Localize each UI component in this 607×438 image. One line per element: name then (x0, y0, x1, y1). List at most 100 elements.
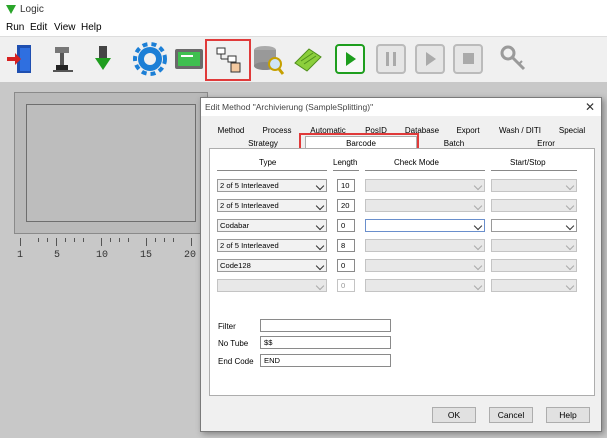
help-button[interactable]: Help (546, 407, 590, 423)
type-dropdown[interactable]: Code128 (217, 259, 327, 272)
check-mode-dropdown[interactable] (365, 279, 485, 292)
chevron-down-icon (565, 281, 575, 291)
download-button[interactable] (84, 41, 120, 77)
dialog-title-bar: Edit Method "Archivierung (SampleSplitti… (201, 98, 601, 116)
edit-method-dialog: Edit Method "Archivierung (SampleSplitti… (200, 97, 602, 432)
ruler-tick (56, 238, 57, 246)
pause-button[interactable] (373, 41, 409, 77)
start-stop-dropdown[interactable] (491, 179, 577, 192)
menu-edit[interactable]: Edit (30, 22, 47, 33)
check-mode-dropdown[interactable] (365, 219, 485, 232)
database-button[interactable] (250, 41, 286, 77)
menu-bar: Run Edit View Help (0, 20, 607, 36)
check-mode-dropdown[interactable] (365, 259, 485, 272)
menu-view[interactable]: View (54, 22, 76, 33)
type-dropdown[interactable]: 2 of 5 Interleaved (217, 199, 327, 212)
method-highlight-box (205, 39, 251, 81)
no-tube-label: No Tube (218, 339, 249, 348)
check-mode-dropdown[interactable] (365, 199, 485, 212)
chevron-down-icon (565, 241, 575, 251)
ruler-tick (164, 238, 165, 242)
tab-process[interactable]: Process (261, 125, 293, 137)
check-mode-dropdown[interactable] (365, 179, 485, 192)
download-arrow-icon (87, 43, 117, 75)
tab-export[interactable]: Export (455, 125, 481, 137)
ruler-tick (65, 238, 66, 242)
type-dropdown[interactable]: Codabar (217, 219, 327, 232)
menu-help[interactable]: Help (81, 22, 102, 33)
stop-button[interactable] (450, 41, 486, 77)
chevron-down-icon (315, 181, 325, 191)
length-input[interactable]: 10 (337, 179, 355, 192)
ruler-label: 15 (140, 250, 153, 261)
header-underline (491, 170, 577, 171)
length-input[interactable]: 0 (337, 259, 355, 272)
type-dropdown[interactable]: 2 of 5 Interleaved (217, 179, 327, 192)
chevron-down-icon (473, 281, 483, 291)
type-dropdown[interactable] (217, 279, 327, 292)
column-header-type: Type (259, 158, 277, 167)
cancel-button[interactable]: Cancel (489, 407, 533, 423)
header-underline (217, 170, 327, 171)
key-icon (499, 44, 529, 74)
length-input[interactable]: 20 (337, 199, 355, 212)
tab-wash-diti[interactable]: Wash / DITI (497, 125, 543, 137)
monitor-button[interactable] (171, 41, 207, 77)
ruler-tick (83, 238, 84, 242)
ruler-tick (20, 238, 21, 246)
type-value: Codabar (220, 221, 250, 230)
pause-icon (376, 44, 406, 74)
reagent-button[interactable] (290, 41, 326, 77)
app-logo-icon (6, 5, 16, 16)
header-underline (365, 170, 485, 171)
ruler-tick (191, 238, 192, 246)
chevron-down-icon (565, 201, 575, 211)
exit-button[interactable] (2, 41, 38, 77)
worktable-canvas[interactable] (26, 104, 196, 222)
filter-input[interactable] (260, 319, 391, 332)
chevron-down-icon (315, 201, 325, 211)
database-search-icon (251, 42, 285, 76)
start-stop-dropdown[interactable] (491, 259, 577, 272)
settings-button[interactable] (132, 41, 168, 77)
chevron-down-icon (473, 181, 483, 191)
ruler-tick (110, 238, 111, 242)
settings-gear-icon (133, 42, 167, 76)
start-stop-dropdown[interactable] (491, 219, 577, 232)
chevron-down-icon (473, 261, 483, 271)
column-header-length: Length (333, 158, 358, 167)
ruler-label: 20 (184, 250, 197, 261)
robot-arm-icon (47, 43, 77, 75)
close-icon[interactable]: ✕ (585, 100, 595, 114)
robot-arm-button[interactable] (44, 41, 80, 77)
chevron-down-icon (315, 281, 325, 291)
start-stop-dropdown[interactable] (491, 279, 577, 292)
ruler-tick (101, 238, 102, 246)
end-code-label: End Code (218, 357, 254, 366)
ruler-tick (128, 238, 129, 242)
menu-run[interactable]: Run (6, 22, 24, 33)
ok-button[interactable]: OK (432, 407, 476, 423)
length-input[interactable]: 0 (337, 219, 355, 232)
chevron-down-icon (473, 221, 483, 231)
column-header-start-stop: Start/Stop (510, 158, 546, 167)
ruler-label: 10 (96, 250, 109, 261)
check-mode-dropdown[interactable] (365, 239, 485, 252)
tab-special[interactable]: Special (557, 125, 587, 137)
type-dropdown[interactable]: 2 of 5 Interleaved (217, 239, 327, 252)
ruler-tick (74, 238, 75, 242)
end-code-input[interactable]: END (260, 354, 391, 367)
worktable-ruler: 1 5 10 15 20 (14, 238, 206, 262)
type-value: 2 of 5 Interleaved (220, 181, 279, 190)
step-button[interactable] (412, 41, 448, 77)
start-stop-dropdown[interactable] (491, 199, 577, 212)
tab-method[interactable]: Method (217, 125, 245, 137)
no-tube-input[interactable]: $$ (260, 336, 391, 349)
length-input[interactable]: 8 (337, 239, 355, 252)
login-button[interactable] (496, 41, 532, 77)
run-button[interactable] (332, 41, 368, 77)
length-input[interactable]: 0 (337, 279, 355, 292)
start-stop-dropdown[interactable] (491, 239, 577, 252)
stop-icon (453, 44, 483, 74)
chevron-down-icon (473, 241, 483, 251)
